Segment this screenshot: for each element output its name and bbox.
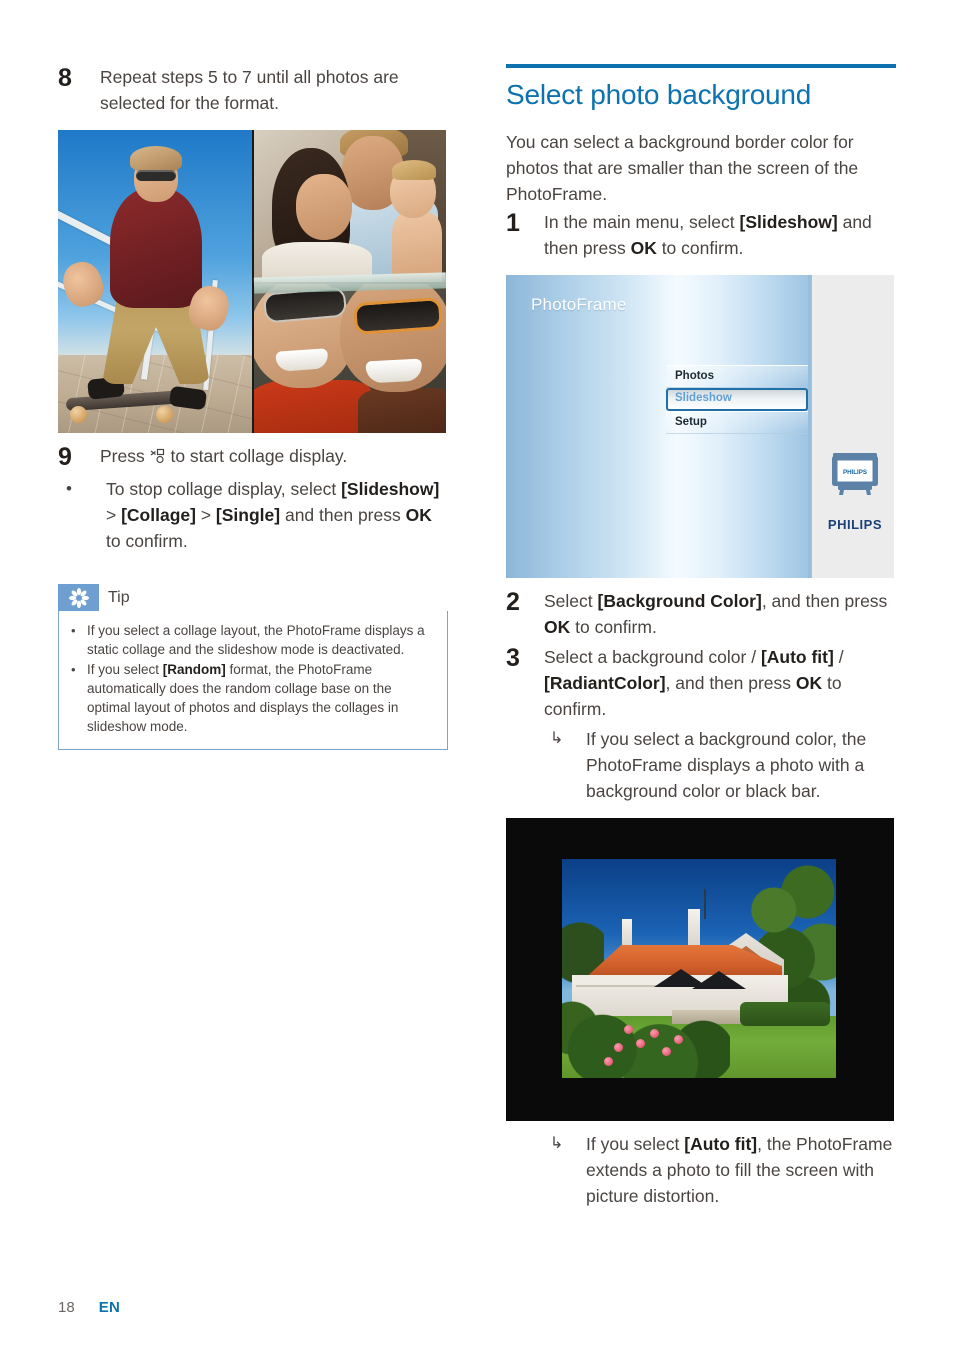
tip-item: • If you select [Random] format, the Pho…: [71, 660, 435, 736]
key-token-ok: OK: [405, 505, 432, 525]
sub-part-1: To stop collage display, select: [106, 479, 342, 499]
step-3-result-text: If you select a background color, the Ph…: [586, 729, 867, 801]
result-arrow-icon: ↳: [550, 730, 564, 747]
black-bar-photo-figure: [506, 818, 896, 1121]
step-1: 1 In the main menu, select [Slideshow] a…: [506, 209, 896, 261]
tip-header: Tip: [58, 584, 448, 611]
tip-item: • If you select a collage layout, the Ph…: [71, 621, 435, 659]
result-arrow-icon: ↳: [550, 1135, 564, 1152]
photoframe-menu-list: Photos Slideshow Setup: [666, 365, 808, 434]
collage-pane-family: [254, 130, 446, 282]
key-token-ok: OK: [795, 673, 823, 693]
right-column: Select photo background You can select a…: [506, 64, 896, 1209]
step-3-result-2-text: If you select [Auto fit], the PhotoFrame…: [586, 1131, 896, 1209]
menu-token-single: [Single]: [215, 505, 281, 525]
tip-body: • If you select a collage layout, the Ph…: [58, 611, 448, 750]
step-9-text: Press to start collage display.: [100, 443, 448, 469]
menu-token-radiantcolor: [RadiantColor]: [544, 673, 666, 693]
step-2-number: 2: [506, 588, 520, 616]
sub-part-2: and then press: [280, 505, 406, 525]
step-2-part-3: to confirm.: [570, 617, 657, 637]
photoframe-screen-title: PhotoFrame: [531, 295, 627, 314]
philips-brand-logo: PHILIPS: [827, 517, 882, 532]
page-number: 18: [58, 1299, 75, 1316]
manual-page: 8 Repeat steps 5 to 7 until all photos a…: [0, 0, 954, 1351]
step-1-text: In the main menu, select [Slideshow] and…: [544, 209, 896, 261]
sub-part-3: to confirm.: [106, 531, 188, 551]
tip-box: Tip • If you select a collage layout, th…: [58, 584, 448, 750]
step-3-part-3: , and then press: [665, 673, 796, 693]
tip-text-1: If you select a collage layout, the Phot…: [87, 623, 425, 657]
page-footer: 18 EN: [58, 1299, 120, 1316]
collage-pane-skateboarder: [58, 130, 252, 433]
photoframe-menu-figure: PhotoFrame Photos Slideshow Setup PHILIP…: [506, 275, 896, 578]
svg-text:PHILIPS: PHILIPS: [843, 469, 867, 476]
menu-item-slideshow[interactable]: Slideshow: [666, 388, 808, 411]
step-3-result-2: ↳ If you select [Auto fit], the PhotoFra…: [506, 1131, 896, 1209]
step-9: 9 Press to start collage display.: [58, 443, 448, 472]
step-9-number: 9: [58, 443, 72, 471]
step-2-text: Select [Background Color], and then pres…: [544, 588, 896, 640]
step-8-number: 8: [58, 64, 72, 92]
step-9-sub-text: To stop collage display, select [Slidesh…: [106, 476, 448, 554]
step-2-part-1: Select: [544, 591, 598, 611]
menu-item-setup[interactable]: Setup: [666, 411, 808, 434]
intro-paragraph: You can select a background border color…: [506, 132, 859, 204]
menu-token-background-color: [Background Color]: [597, 591, 762, 611]
slideshow-icon: [150, 445, 166, 464]
tip-bullet-marker: •: [71, 623, 76, 638]
step-1-part-3: to confirm.: [656, 238, 744, 258]
house-photo: [562, 859, 836, 1078]
language-code: EN: [98, 1299, 121, 1316]
step-9-text-before: Press: [100, 446, 150, 466]
step-8: 8 Repeat steps 5 to 7 until all photos a…: [58, 64, 448, 116]
photo-with-black-bars: [506, 818, 894, 1121]
menu-item-photos[interactable]: Photos: [666, 365, 808, 388]
menu-token-auto-fit: [Auto fit]: [760, 647, 834, 667]
key-token-ok: OK: [630, 238, 657, 258]
collage-figure: [58, 130, 448, 433]
tip-item-text: If you select [Random] format, the Photo…: [87, 660, 435, 736]
photoframe-sidebar: [816, 275, 894, 578]
tip-item-text: If you select a collage layout, the Phot…: [87, 621, 435, 659]
left-column: 8 Repeat steps 5 to 7 until all photos a…: [58, 64, 448, 750]
step-3-text: Select a background color / [Auto fit] /…: [544, 644, 896, 722]
bullet-marker: •: [66, 479, 72, 498]
step-9-text-after: to start collage display.: [165, 446, 348, 466]
step-1-part-1: In the main menu, select: [544, 212, 740, 232]
sub-sep-1: >: [106, 505, 122, 525]
photoframe-device-icon: PHILIPS: [830, 451, 880, 499]
step-3-part-1: Select a background color /: [544, 647, 761, 667]
sub-sep-2: >: [195, 505, 216, 525]
menu-token-random: [Random]: [162, 662, 226, 677]
step-2-part-2: , and then press: [761, 591, 888, 611]
step-2: 2 Select [Background Color], and then pr…: [506, 588, 896, 640]
tip-title: Tip: [108, 588, 130, 606]
collage-photo-three-panels: [58, 130, 446, 433]
tip-asterisk-icon: [58, 584, 99, 611]
key-token-ok: OK: [544, 617, 571, 637]
step-8-text: Repeat steps 5 to 7 until all photos are…: [100, 67, 399, 113]
menu-token-slideshow: [Slideshow]: [341, 479, 440, 499]
photoframe-screenshot: PhotoFrame Photos Slideshow Setup PHILIP…: [506, 275, 894, 578]
collage-pane-sunglasses: [254, 284, 446, 433]
step-3-result: ↳ If you select a background color, the …: [506, 726, 896, 804]
menu-token-collage: [Collage]: [121, 505, 196, 525]
step-3-part-2: /: [833, 647, 844, 667]
result-2-part-1: If you select: [586, 1134, 685, 1154]
menu-token-slideshow: [Slideshow]: [739, 212, 838, 232]
step-9-sub-bullet: • To stop collage display, select [Slide…: [58, 476, 448, 554]
step-3: 3 Select a background color / [Auto fit]…: [506, 644, 896, 722]
tip-bullet-marker: •: [71, 662, 76, 677]
heading-rule: [506, 64, 896, 68]
step-3-number: 3: [506, 644, 520, 672]
page-title: Select photo background: [506, 79, 812, 110]
step-1-number: 1: [506, 209, 520, 237]
menu-token-auto-fit: [Auto fit]: [684, 1134, 758, 1154]
tip-text-2a: If you select: [87, 662, 163, 677]
